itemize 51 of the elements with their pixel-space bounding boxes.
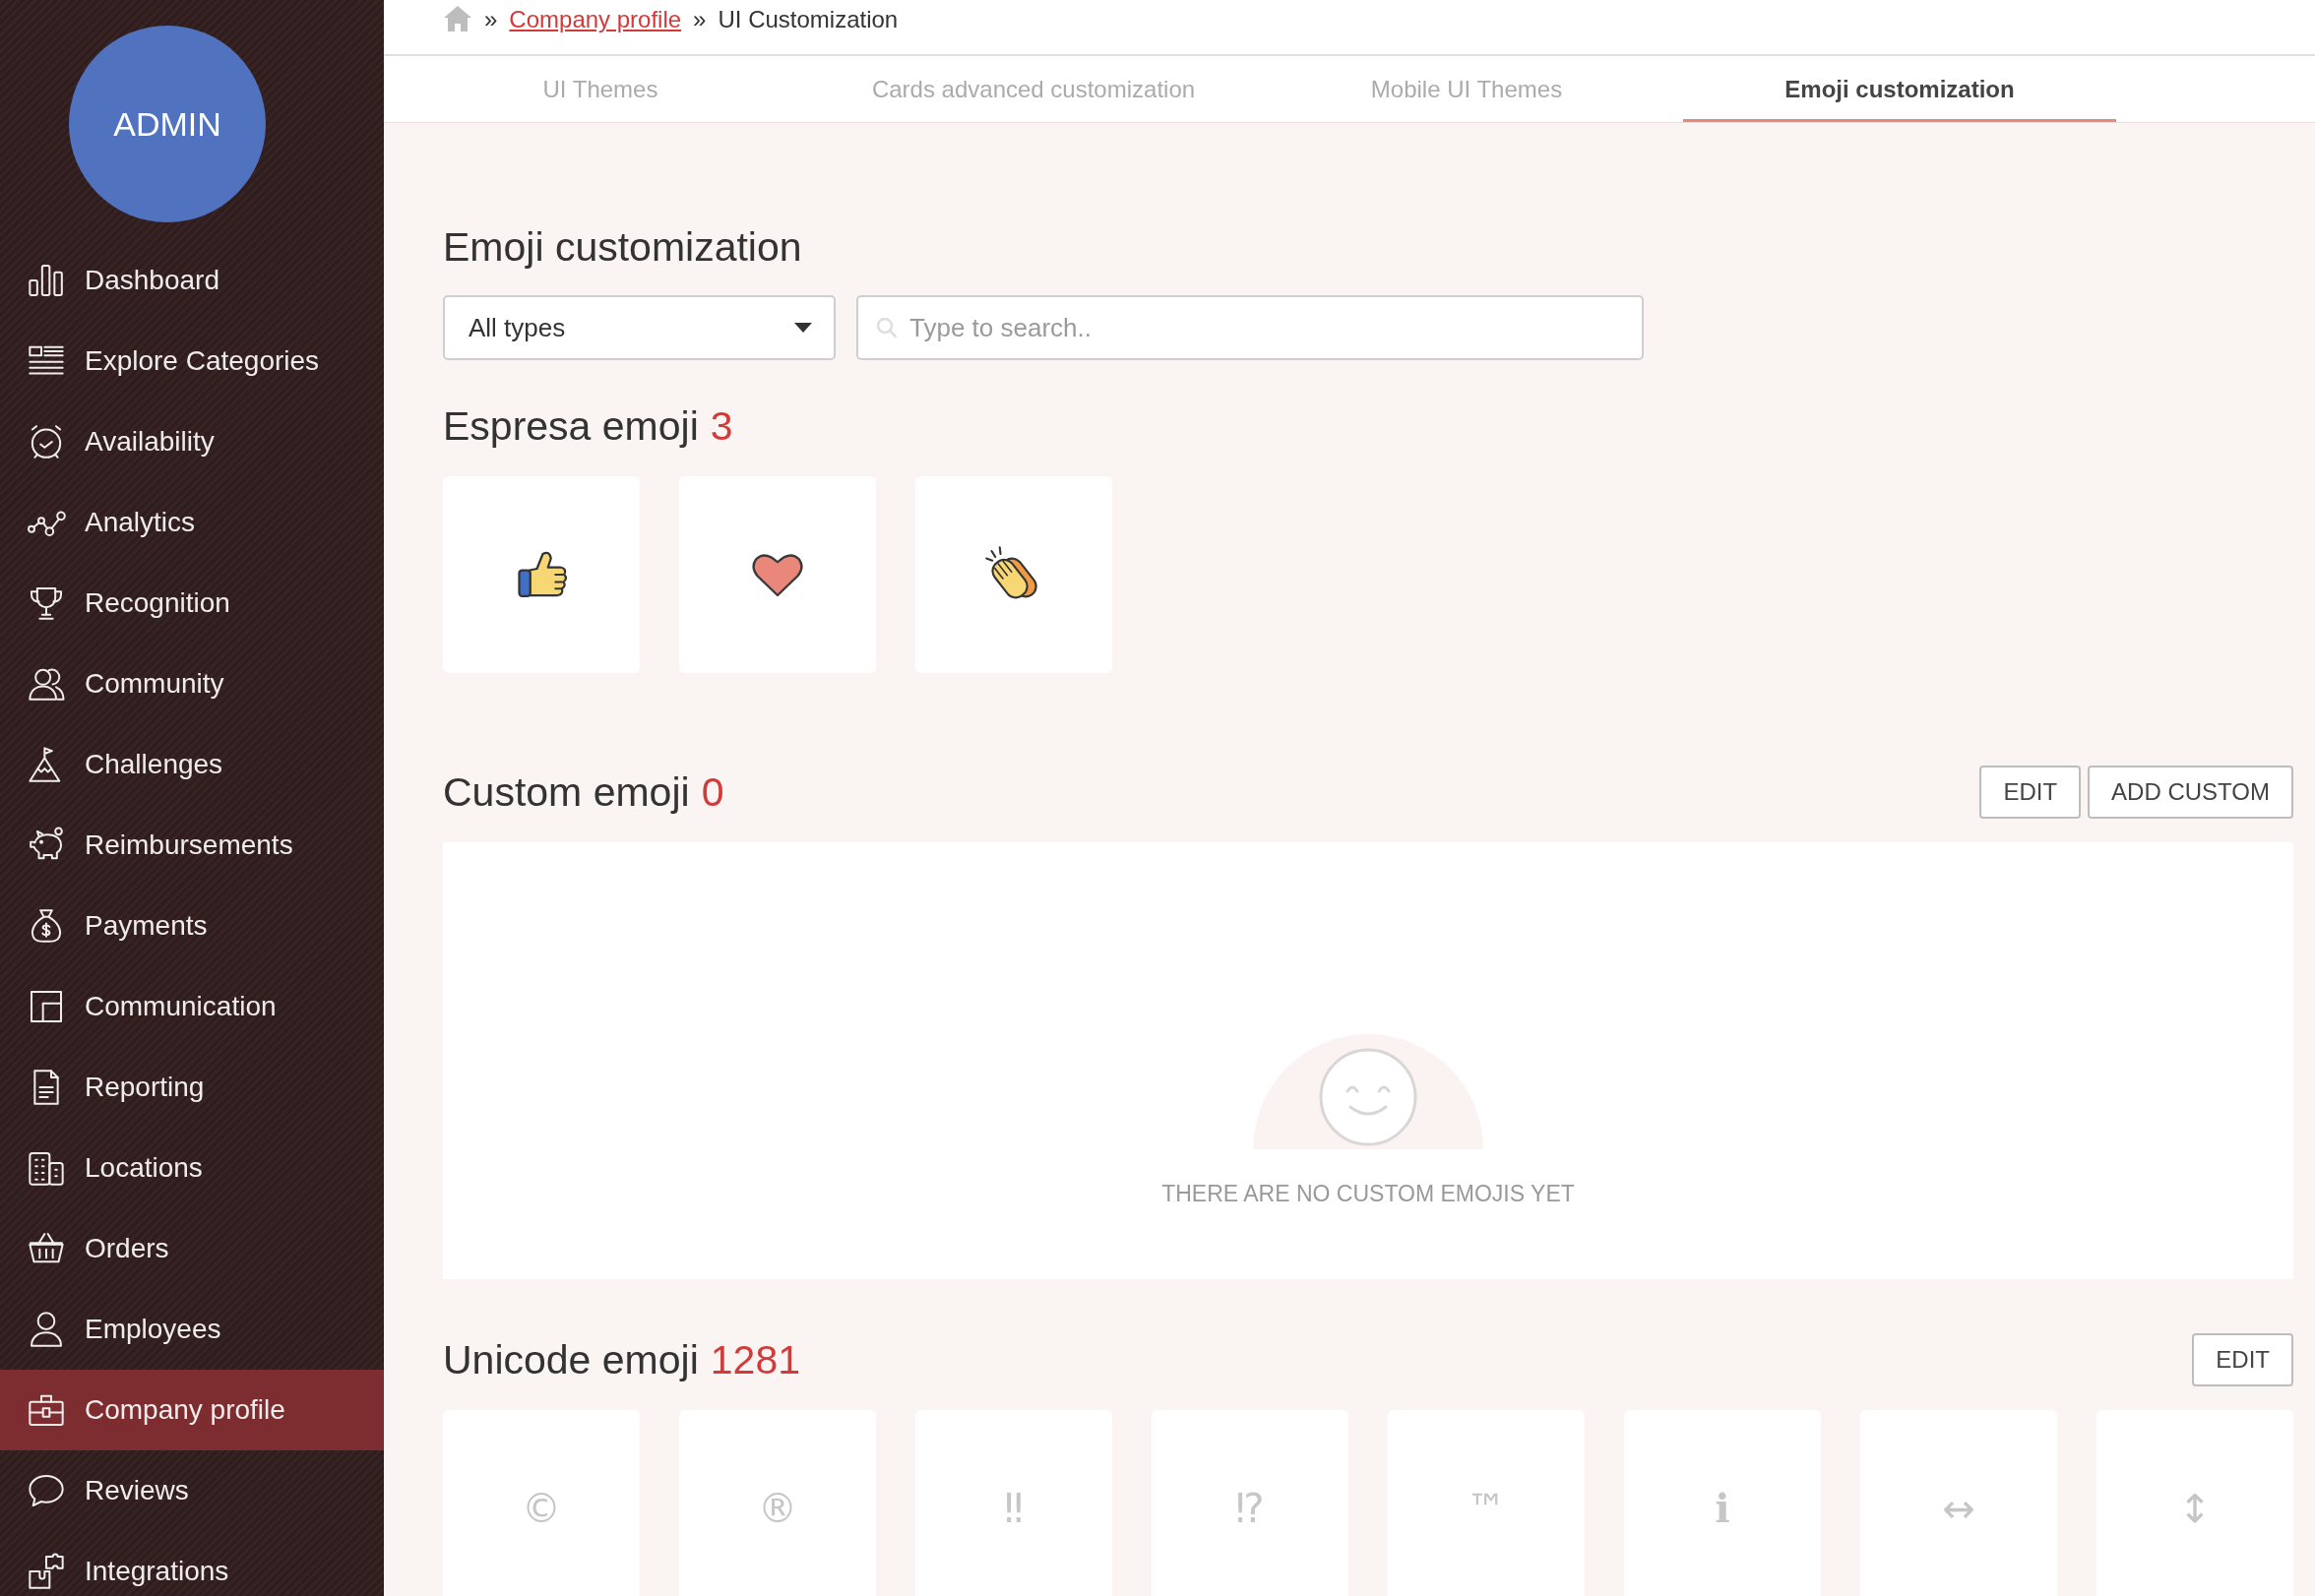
sidebar-item[interactable]: Reviews <box>0 1450 384 1531</box>
sidebar-item[interactable]: Explore Categories <box>0 321 384 401</box>
empty-message: THERE ARE NO CUSTOM EMOJIS YET <box>1161 1181 1575 1207</box>
action-button[interactable]: EDIT <box>1979 766 2082 819</box>
emoji-count: 0 <box>701 768 724 816</box>
sidebar-item[interactable]: Orders <box>0 1208 384 1289</box>
sidebar-item[interactable]: Reporting <box>0 1047 384 1128</box>
emoji-symbol: © <box>522 1485 561 1532</box>
sidebar-item[interactable]: Company profile <box>0 1370 384 1450</box>
type-dropdown[interactable]: All types <box>443 295 836 360</box>
emoji-symbol: ‼ <box>1004 1485 1024 1532</box>
page-title: Emoji customization <box>443 223 802 271</box>
breadcrumb-separator: » <box>484 5 498 34</box>
emoji-symbol: ® <box>758 1485 797 1532</box>
sidebar-item[interactable]: Employees <box>0 1289 384 1370</box>
edit-button[interactable]: EDIT <box>2192 1333 2293 1386</box>
search-field[interactable]: Type to search.. <box>856 295 1644 360</box>
breadcrumb-current: UI Customization <box>718 5 899 34</box>
emoji-count: 3 <box>710 402 733 450</box>
breadcrumb-separator: » <box>693 5 707 34</box>
search-icon <box>876 317 898 338</box>
breadcrumb-link[interactable]: Company profile <box>509 3 682 36</box>
sidebar-item[interactable]: Recognition <box>0 563 384 644</box>
caret-icon <box>794 323 812 333</box>
emoji-tile[interactable] <box>679 476 876 673</box>
sidebar-item[interactable]: Reimbursements <box>0 805 384 886</box>
sidebar-item[interactable]: Locations <box>0 1128 384 1208</box>
emoji-count: 1281 <box>710 1336 800 1383</box>
emoji-tile[interactable] <box>443 476 640 673</box>
emoji-symbol: ↕ <box>2178 1485 2212 1532</box>
emoji-tile[interactable] <box>915 476 1112 673</box>
emoji-symbol: ⁉ <box>1235 1485 1265 1532</box>
sidebar-item[interactable]: Payments <box>0 886 384 966</box>
sidebar-item[interactable]: Availability <box>0 401 384 482</box>
puzzle-icon <box>27 1552 66 1591</box>
emoji-symbol: ↔ <box>1942 1485 1975 1532</box>
action-button[interactable]: ADD CUSTOM <box>2088 766 2293 819</box>
home-icon[interactable] <box>443 5 472 32</box>
emoji-symbol: ℹ <box>1715 1485 1730 1532</box>
sidebar-item[interactable]: Challenges <box>0 724 384 805</box>
emoji-symbol: ™ <box>1467 1485 1506 1532</box>
sidebar-item[interactable]: Community <box>0 644 384 724</box>
section-title: Unicode emoji <box>443 1336 699 1383</box>
sidebar-item[interactable]: Integrations <box>0 1531 384 1596</box>
section-title: Custom emoji <box>443 768 690 816</box>
sidebar-item[interactable]: Communication <box>0 966 384 1047</box>
tab[interactable]: Emoji customization <box>1683 56 2116 122</box>
section-title: Espresa emoji <box>443 402 699 450</box>
sidebar-item[interactable]: Dashboard <box>0 240 384 321</box>
sidebar-item[interactable]: Analytics <box>0 482 384 563</box>
avatar: ADMIN <box>69 26 266 222</box>
